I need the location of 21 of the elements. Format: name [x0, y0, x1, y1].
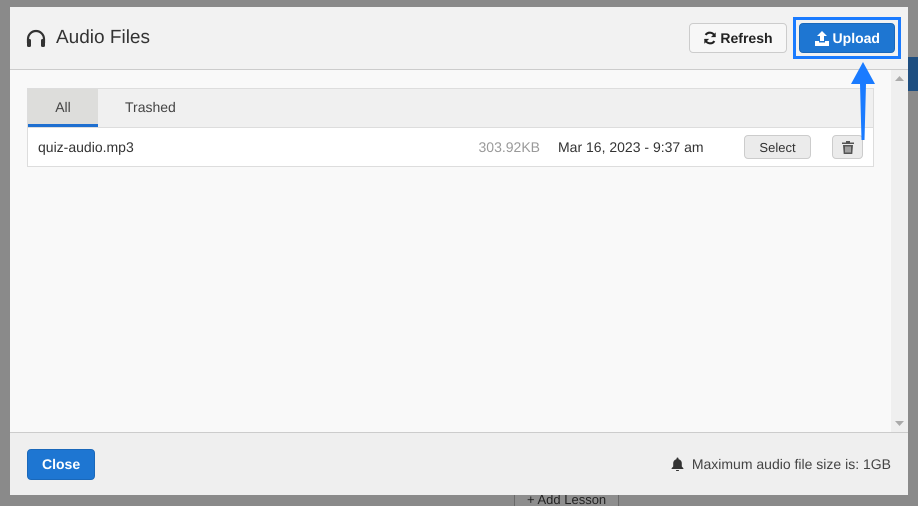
- refresh-icon: [703, 31, 718, 45]
- upload-button[interactable]: Upload: [798, 23, 895, 53]
- file-size-note: Maximum audio file size is: 1GB: [692, 456, 891, 472]
- tab[interactable]: Trashed: [98, 89, 203, 127]
- refresh-button[interactable]: Refresh: [689, 23, 787, 53]
- trash-icon: [842, 140, 854, 154]
- scroll-up-icon[interactable]: [895, 76, 904, 81]
- dialog-title: Audio Files: [56, 27, 151, 49]
- file-date: Mar 16, 2023 - 9:37 am: [557, 139, 705, 155]
- select-button[interactable]: Select: [744, 135, 811, 159]
- scroll-down-icon[interactable]: [895, 421, 904, 426]
- file-size: 303.92KB: [478, 139, 540, 155]
- header-strip: [908, 57, 918, 91]
- bell-icon: [670, 457, 684, 471]
- tab[interactable]: All: [28, 89, 98, 127]
- headphones-icon: [26, 29, 46, 47]
- delete-button[interactable]: [832, 135, 863, 159]
- upload-icon: [814, 30, 830, 46]
- scrollbar[interactable]: [891, 70, 908, 432]
- file-name: quiz-audio.mp3: [37, 139, 135, 155]
- close-button[interactable]: Close: [27, 448, 96, 480]
